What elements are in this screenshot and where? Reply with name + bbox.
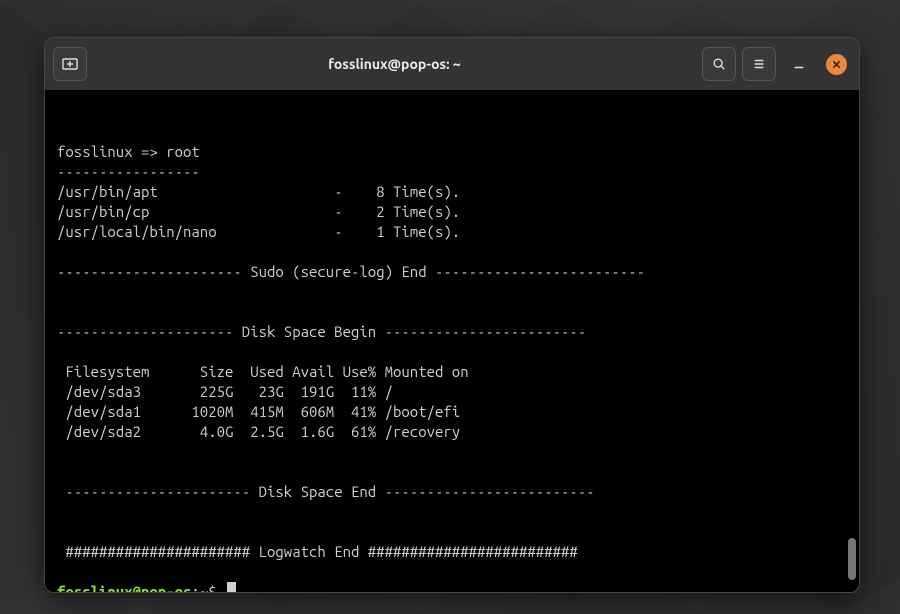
minimize-icon	[792, 57, 806, 71]
titlebar: fosslinux@pop-os: ~	[45, 38, 859, 90]
prompt-separator: :	[191, 583, 199, 593]
terminal-line: /dev/sda2 4.0G 2.5G 1.6G 61% /recovery	[57, 423, 460, 440]
terminal-line: -----------------	[57, 163, 200, 180]
terminal-line: ###################### Logwatch End ####…	[57, 543, 578, 560]
prompt-symbol: $	[208, 583, 216, 593]
terminal-line: /usr/local/bin/nano - 1 Time(s).	[57, 223, 460, 240]
terminal-line: /dev/sda3 225G 23G 191G 11% /	[57, 383, 393, 400]
search-button[interactable]	[702, 47, 736, 81]
search-icon	[712, 57, 726, 71]
prompt-user-host: fosslinux@pop-os	[57, 583, 191, 593]
terminal-line: /usr/bin/cp - 2 Time(s).	[57, 203, 460, 220]
scrollbar[interactable]	[846, 90, 856, 592]
minimize-button[interactable]	[782, 47, 816, 81]
terminal-line: fosslinux => root	[57, 143, 200, 160]
terminal-line: /dev/sda1 1020M 415M 606M 41% /boot/efi	[57, 403, 460, 420]
terminal-line: /usr/bin/apt - 8 Time(s).	[57, 183, 460, 200]
terminal-window: fosslinux@pop-os: ~	[44, 37, 860, 593]
close-button[interactable]	[826, 54, 847, 75]
new-tab-button[interactable]	[53, 47, 87, 81]
terminal-line: --------------------- Disk Space Begin -…	[57, 323, 586, 340]
terminal-line: Filesystem Size Used Avail Use% Mounted …	[57, 363, 469, 380]
scrollbar-thumb[interactable]	[848, 538, 856, 580]
terminal-line: ---------------------- Disk Space End --…	[57, 483, 595, 500]
new-tab-icon	[62, 56, 78, 72]
close-icon	[832, 60, 841, 69]
window-title: fosslinux@pop-os: ~	[93, 56, 696, 72]
hamburger-icon	[752, 57, 766, 71]
prompt-path: ~	[200, 583, 208, 593]
terminal-line: ---------------------- Sudo (secure-log)…	[57, 263, 645, 280]
cursor	[227, 582, 236, 593]
menu-button[interactable]	[742, 47, 776, 81]
terminal-body[interactable]: fosslinux => root ----------------- /usr…	[45, 90, 859, 592]
